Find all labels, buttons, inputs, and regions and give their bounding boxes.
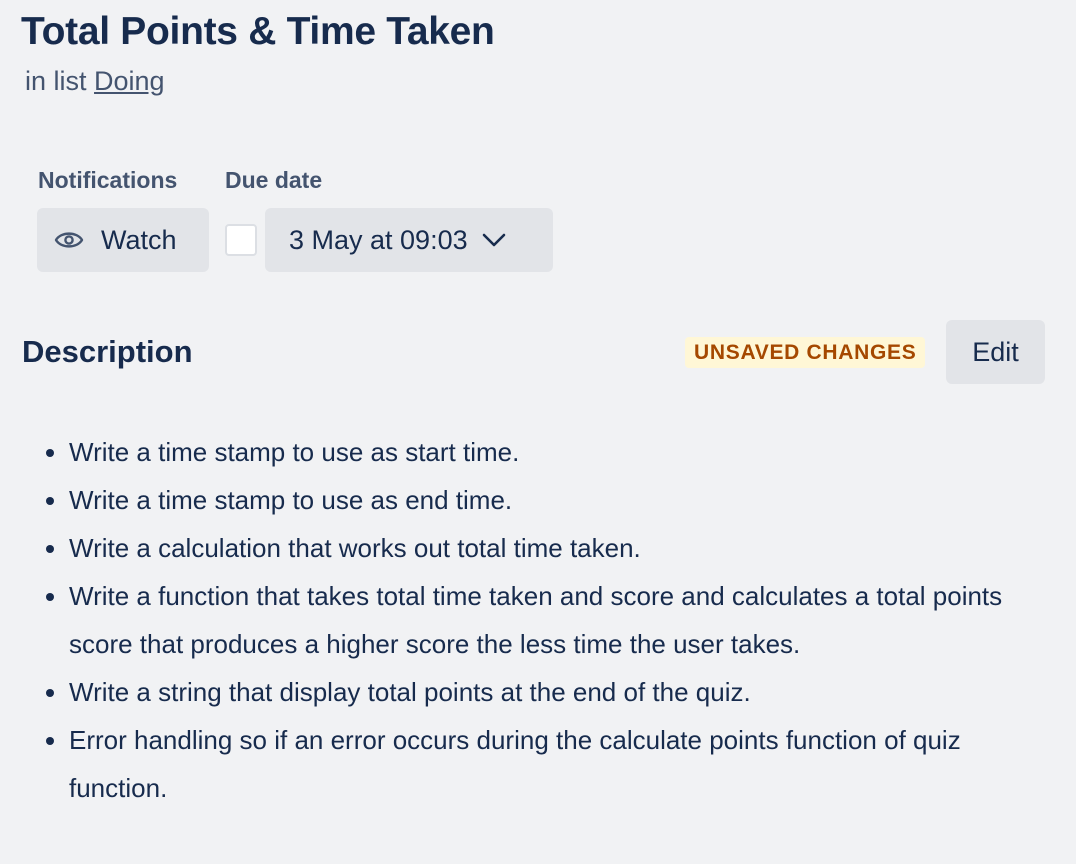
list-prefix: in list: [25, 66, 87, 96]
list-item: Write a time stamp to use as start time.: [69, 428, 1052, 476]
due-date-value: 3 May at 09:03: [289, 224, 468, 255]
description-title: Description: [22, 334, 193, 369]
description-list: Write a time stamp to use as start time.…: [22, 428, 1052, 812]
watch-label: Watch: [101, 224, 177, 255]
edit-button[interactable]: Edit: [946, 320, 1045, 384]
list-item: Write a calculation that works out total…: [69, 524, 1052, 572]
list-item: Error handling so if an error occurs dur…: [69, 716, 1052, 812]
due-date-button[interactable]: 3 May at 09:03: [265, 208, 553, 272]
chevron-down-icon: [482, 233, 505, 247]
list-item: Write a string that display total points…: [69, 668, 1052, 716]
list-item: Write a time stamp to use as end time.: [69, 476, 1052, 524]
card-title: Total Points & Time Taken: [21, 10, 495, 53]
list-item: Write a function that takes total time t…: [69, 572, 1052, 668]
due-date-checkbox[interactable]: [225, 224, 257, 256]
list-link[interactable]: Doing: [94, 66, 165, 96]
eye-icon: [54, 232, 84, 248]
unsaved-changes-badge: UNSAVED CHANGES: [685, 337, 926, 368]
due-date-label: Due date: [225, 167, 323, 193]
list-info: in list Doing: [25, 66, 165, 97]
watch-button[interactable]: Watch: [37, 208, 209, 272]
notifications-label: Notifications: [38, 167, 178, 193]
